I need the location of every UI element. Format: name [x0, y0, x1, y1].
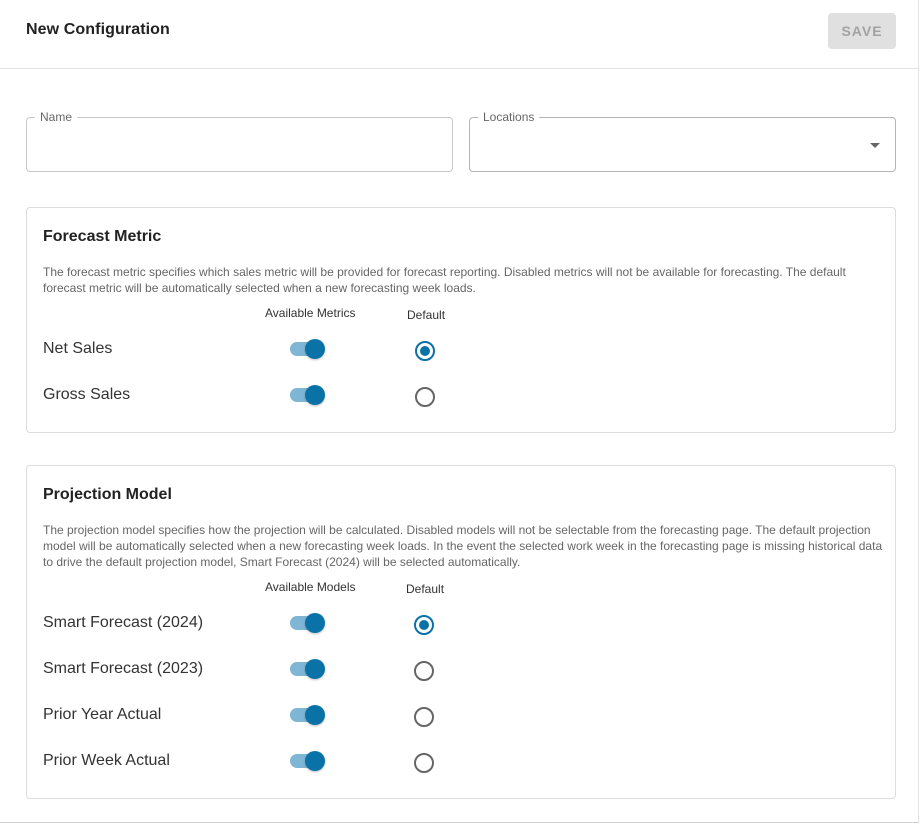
model-row-label: Smart Forecast (2024) — [43, 614, 204, 631]
toggle-thumb — [305, 659, 325, 679]
forecast-metric-card: Forecast Metric The forecast metric spec… — [26, 207, 896, 433]
metric-row-label: Gross Sales — [43, 386, 131, 403]
projection-model-title: Projection Model — [43, 486, 172, 503]
prior-year-actual-default-radio[interactable] — [414, 707, 434, 727]
available-models-header: Available Models — [265, 580, 356, 594]
page-title: New Configuration — [26, 21, 170, 38]
dropdown-arrow-icon[interactable] — [870, 143, 880, 148]
available-metrics-header: Available Metrics — [265, 306, 356, 320]
smart-forecast-2023-available-toggle[interactable] — [289, 657, 327, 681]
projection-model-card: Projection Model The projection model sp… — [26, 465, 896, 799]
toggle-thumb — [305, 705, 325, 725]
prior-year-actual-available-toggle[interactable] — [289, 703, 327, 727]
gross-sales-available-toggle[interactable] — [289, 383, 327, 407]
toggle-thumb — [305, 751, 325, 771]
model-default-header: Default — [406, 582, 445, 596]
forecast-metric-description: The forecast metric specifies which sale… — [43, 265, 846, 295]
forecast-metric-title: Forecast Metric — [43, 228, 162, 245]
metric-row-label: Net Sales — [43, 340, 113, 357]
gross-sales-default-radio[interactable] — [415, 387, 435, 407]
prior-week-actual-default-radio[interactable] — [414, 753, 434, 773]
toggle-thumb — [305, 339, 325, 359]
model-row-label: Prior Year Actual — [43, 706, 162, 723]
save-button[interactable]: SAVE — [828, 13, 896, 49]
net-sales-available-toggle[interactable] — [289, 337, 327, 361]
toggle-thumb — [305, 613, 325, 633]
projection-model-description: The projection model specifies how the p… — [43, 523, 883, 569]
name-input[interactable] — [41, 136, 431, 156]
metric-default-header: Default — [407, 308, 446, 322]
prior-week-actual-available-toggle[interactable] — [289, 749, 327, 773]
name-field-label: Name — [35, 110, 78, 124]
smart-forecast-2023-default-radio[interactable] — [414, 661, 434, 681]
configuration-panel: New Configuration SAVE Name Locations Fo… — [0, 0, 919, 823]
locations-select[interactable]: Locations — [469, 110, 896, 172]
smart-forecast-2024-default-radio[interactable] — [414, 615, 434, 635]
net-sales-default-radio[interactable] — [415, 341, 435, 361]
smart-forecast-2024-available-toggle[interactable] — [289, 611, 327, 635]
header-bar: New Configuration SAVE — [0, 0, 919, 69]
model-row-label: Prior Week Actual — [43, 752, 170, 769]
toggle-thumb — [305, 385, 325, 405]
model-row-label: Smart Forecast (2023) — [43, 660, 204, 677]
locations-field-label: Locations — [478, 110, 540, 124]
name-field[interactable]: Name — [26, 110, 453, 172]
